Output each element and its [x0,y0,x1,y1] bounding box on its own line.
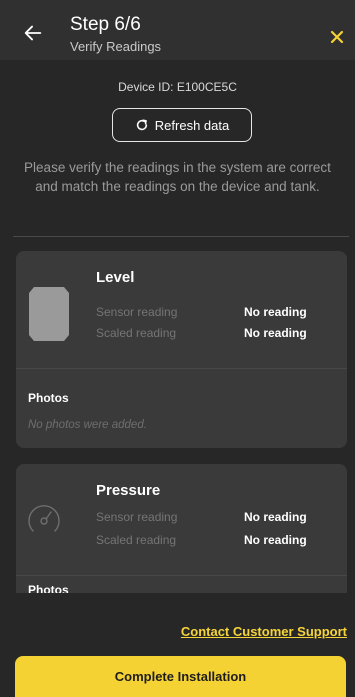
sensor-reading-value: No reading [244,305,307,319]
level-card: Level Sensor reading No reading Scaled r… [16,251,347,448]
card-title: Pressure [96,482,161,499]
photos-label: Photos [28,583,69,593]
refresh-icon [136,119,147,131]
step-subtitle: Verify Readings [70,39,162,54]
scaled-reading-value: No reading [244,533,307,547]
sensor-reading-label: Sensor reading [96,510,178,524]
photos-label: Photos [28,391,69,405]
step-title: Step 6/6 [70,14,141,35]
contact-support-link[interactable]: Contact Customer Support [181,624,347,639]
card-title: Level [96,269,135,286]
no-photos-text: No photos were added. [28,419,147,431]
readings-scroll-area[interactable]: Level Sensor reading No reading Scaled r… [0,237,355,593]
refresh-data-button[interactable]: Refresh data [112,108,252,142]
pressure-card: Pressure Sensor reading No reading Scale… [16,464,347,593]
scaled-reading-value: No reading [244,326,307,340]
device-id: Device ID: E100CE5C [118,80,237,94]
refresh-data-label: Refresh data [154,117,230,133]
close-icon[interactable] [329,29,345,45]
complete-installation-button[interactable]: Complete Installation [15,656,346,697]
gauge-icon [28,505,60,532]
arrow-left-icon[interactable] [22,22,44,44]
scaled-reading-label: Scaled reading [96,326,177,340]
app-bar: Step 6/6 Verify Readings [0,0,355,60]
instructions-text: Please verify the readings in the system… [24,160,331,194]
sensor-reading-label: Sensor reading [96,305,178,319]
sensor-reading-value: No reading [244,510,307,524]
card-divider [16,368,347,369]
tank-icon [29,287,69,341]
scaled-reading-label: Scaled reading [96,533,177,547]
card-divider [16,575,347,576]
